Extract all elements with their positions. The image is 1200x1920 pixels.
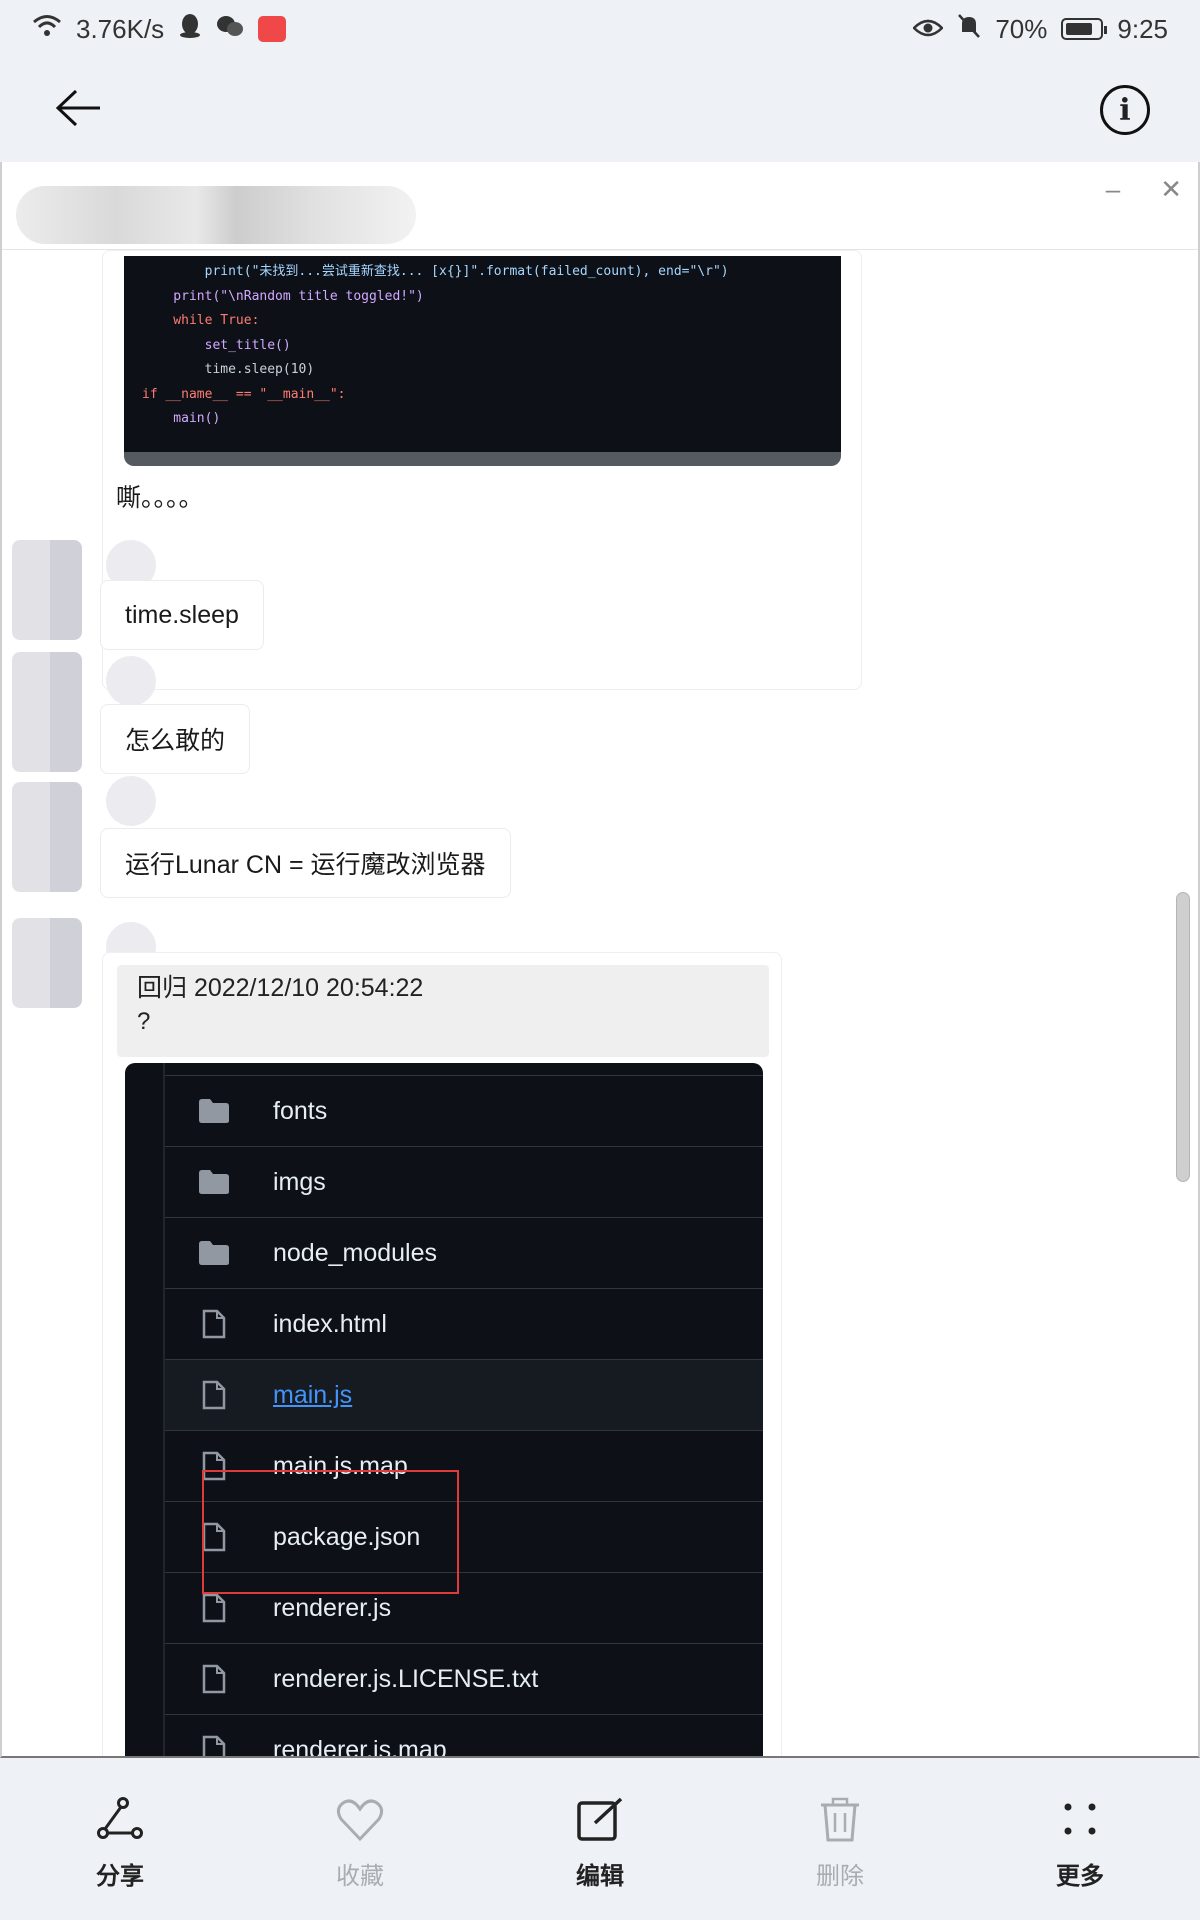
file-row: fonts [165,1075,763,1146]
file-row: node_modules [165,1217,763,1288]
status-left: 3.76K/s [32,13,287,46]
message-bubble: 运行Lunar CN = 运行魔改浏览器 [100,828,511,898]
avatar [12,540,82,640]
favorite-button[interactable]: 收藏 [280,1797,440,1891]
wechat-icon [216,14,244,45]
battery-icon [1061,18,1108,40]
bell-muted-icon [957,13,981,46]
delete-button[interactable]: 删除 [760,1797,920,1891]
share-button[interactable]: 分享 [40,1797,200,1891]
file-icon [197,1380,231,1410]
quote-text: ? [137,1008,151,1035]
file-name: renderer.js [273,1593,392,1622]
code-line: main() [142,411,221,426]
top-bar: i [0,58,1200,162]
message-bubble: 怎么敢的 [100,704,251,774]
avatar [12,782,82,892]
more-button[interactable]: 更多 [1000,1797,1160,1891]
code-line: if __name__ == "__main__": [142,386,346,402]
blurred-chat-title [16,186,416,244]
chat-window-header: – ✕ [2,172,1198,250]
heart-icon [335,1797,385,1848]
edit-button[interactable]: 编辑 [520,1797,680,1891]
action-bar: 分享 收藏 编辑 删除 更多 [0,1758,1200,1920]
file-row: main.js [165,1359,763,1430]
edit-label: 编辑 [576,1863,624,1890]
file-name: node_modules [273,1238,438,1267]
folder-icon [197,1169,231,1195]
message-caption: 嘶。。。。 [116,484,204,512]
avatar [106,776,156,826]
window-controls: – ✕ [1106,174,1182,205]
screenshot-viewer: – ✕ print("未找到...尝试重新查找... [x{}]".format… [0,162,1200,1758]
status-bar: 3.76K/s 70% 9:25 [0,0,1200,58]
more-label: 更多 [1056,1863,1104,1890]
quote-header: 回归 2022/12/10 20:54:22 [137,974,424,1002]
file-row: renderer.js.LICENSE.txt [165,1643,763,1714]
scrollbar[interactable] [1176,892,1190,1182]
file-name: renderer.js.LICENSE.txt [273,1664,539,1693]
file-list-screenshot: fonts imgs node_modules index.html main.js ma… [125,1063,763,1758]
status-right: 70% 9:25 [912,13,1168,46]
share-label: 分享 [96,1863,144,1890]
reply-message: 回归 2022/12/10 20:54:22 ? fonts imgs node_m… [102,952,782,1758]
code-line: set_title() [142,337,291,353]
file-name: imgs [273,1167,326,1196]
code-line: print("\nRandom title toggled!") [142,288,424,304]
eye-icon [912,14,945,45]
file-icon [197,1309,231,1339]
trash-icon [815,1797,865,1848]
qq-icon [178,13,202,46]
wifi-icon [32,14,62,45]
file-name: fonts [273,1096,328,1125]
clock: 9:25 [1117,13,1168,44]
avatar [12,918,82,1008]
file-row: index.html [165,1288,763,1359]
edit-icon [575,1797,625,1848]
file-name: renderer.js.map [273,1735,447,1758]
code-line: time.sleep(10) [142,362,315,377]
message-bubble: time.sleep [100,580,264,650]
avatar [106,656,156,706]
file-icon [197,1664,231,1694]
share-icon [95,1797,145,1848]
highlight-box [202,1470,459,1594]
folder-icon [197,1098,231,1124]
more-icon [1055,1797,1105,1848]
info-circle-icon[interactable]: i [1100,85,1150,135]
file-name: index.html [273,1309,387,1338]
avatar [12,652,82,772]
minimize-icon: – [1105,174,1121,204]
folder-icon [197,1240,231,1266]
close-icon: ✕ [1160,174,1182,204]
file-icon [197,1593,231,1623]
file-name: main.js [273,1380,353,1409]
net-speed: 3.76K/s [76,13,165,44]
app-notification-icon [258,16,287,42]
file-row: renderer.js.map [165,1714,763,1758]
delete-label: 删除 [816,1863,864,1890]
favorite-label: 收藏 [336,1863,384,1890]
quoted-message: 回归 2022/12/10 20:54:22 ? [117,965,769,1057]
code-line: print("未找到...尝试重新查找... [x{}]".format(fai… [142,264,729,279]
file-row: imgs [165,1146,763,1217]
code-line: while True: [142,313,260,328]
arrow-left-icon[interactable] [54,88,104,133]
battery-percent: 70% [995,13,1048,44]
file-icon [197,1735,231,1756]
code-screenshot: print("未找到...尝试重新查找... [x{}]".format(fai… [124,256,841,466]
